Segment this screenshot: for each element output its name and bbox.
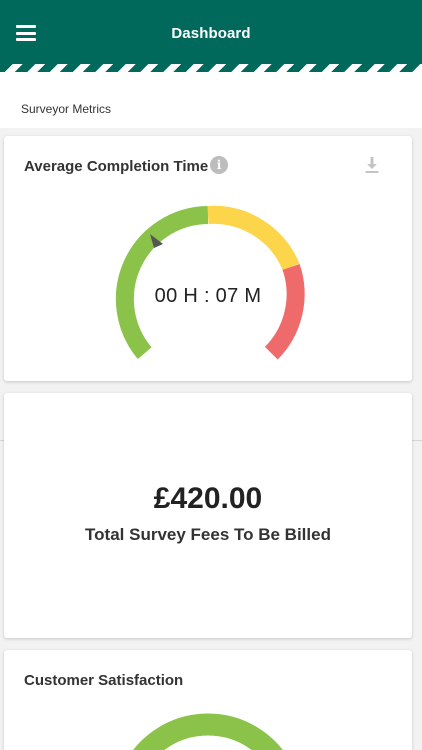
customer-satisfaction-card: Customer Satisfaction xyxy=(4,650,412,750)
divider-right xyxy=(412,440,422,441)
completion-time-value: 00 H : 07 M xyxy=(154,285,262,307)
survey-fees-card: £420.00 Total Survey Fees To Be Billed xyxy=(4,393,412,638)
fee-amount: £420.00 xyxy=(153,482,263,515)
gauge-segment-red xyxy=(264,263,305,360)
satisfaction-ring-arc xyxy=(133,713,283,750)
gauge-segment-yellow xyxy=(207,205,300,271)
header-stripe-divider xyxy=(0,64,422,72)
completion-time-card: Average Completion Time i 00 H : 07 M xyxy=(4,136,412,381)
fee-label: Total Survey Fees To Be Billed xyxy=(85,525,331,544)
satisfaction-ring xyxy=(133,713,283,750)
page-title: Dashboard xyxy=(171,25,251,42)
section-subheader: Surveyor Metrics xyxy=(0,72,422,128)
completion-time-gauge xyxy=(115,205,305,360)
section-label: Surveyor Metrics xyxy=(21,102,112,116)
app-screen: Dashboard Surveyor Metrics Average Compl… xyxy=(0,0,422,750)
app-header: Dashboard xyxy=(0,0,422,64)
